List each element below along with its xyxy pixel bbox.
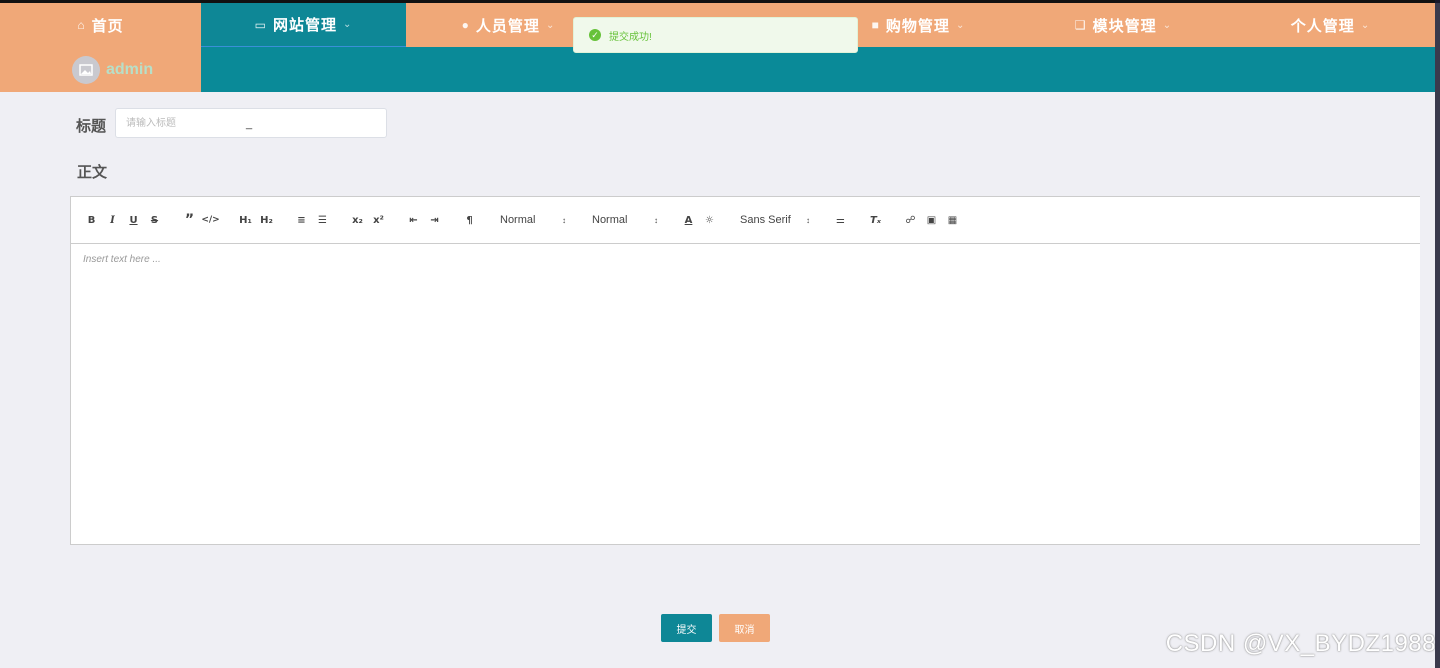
nav-module-management[interactable]: ❑ 模块管理 ⌄ — [1021, 3, 1226, 47]
nav-home[interactable]: ⌂ 首页 — [0, 3, 201, 47]
submit-button[interactable]: 提交 — [661, 614, 712, 642]
header-2-icon[interactable]: H₂ — [256, 210, 277, 230]
italic-icon[interactable]: I — [102, 210, 123, 230]
underline-icon[interactable]: U — [123, 210, 144, 230]
monitor-icon: ▭ — [254, 17, 267, 32]
outdent-icon[interactable]: ⇤ — [403, 210, 424, 230]
header-select-value: Normal — [500, 214, 536, 226]
title-input-value: _ — [246, 118, 253, 130]
watermark: CSDN @VX_BYDZ1988 — [1165, 630, 1436, 657]
nav-staff-label: 人员管理 — [475, 17, 540, 35]
sub-header: admin — [0, 47, 1435, 92]
chevron-down-icon: ⌄ — [1162, 19, 1173, 31]
title-label: 标题 — [76, 118, 107, 135]
editor-toolbar: B I U S ” </> H₁ H₂ ≡ ☰ x₂ x² ⇤ ⇥ ¶ Norm… — [71, 197, 1420, 244]
image-placeholder-icon — [79, 63, 93, 76]
blockquote-icon[interactable]: ” — [179, 210, 200, 230]
nav-shopping-label: 购物管理 — [885, 17, 950, 35]
header-select[interactable]: Normal ↕ — [494, 210, 572, 230]
updown-arrow-icon: ↕ — [806, 215, 810, 225]
header-1-icon[interactable]: H₁ — [235, 210, 256, 230]
nav-home-label: 首页 — [91, 17, 124, 35]
superscript-icon[interactable]: x² — [368, 210, 389, 230]
chevron-down-icon: ⌄ — [955, 19, 966, 31]
updown-arrow-icon: ↕ — [654, 215, 658, 225]
image-icon[interactable]: ▣ — [921, 210, 942, 230]
chevron-down-icon: ⌄ — [545, 19, 556, 31]
nav-site-label: 网站管理 — [272, 17, 337, 34]
updown-arrow-icon: ↕ — [562, 215, 566, 225]
subscript-icon[interactable]: x₂ — [347, 210, 368, 230]
video-icon[interactable]: ▦ — [942, 210, 963, 230]
chevron-down-icon: ⌄ — [1360, 19, 1371, 31]
text-color-icon[interactable]: A — [678, 210, 699, 230]
nav-personal-label: 个人管理 — [1290, 17, 1355, 35]
user-icon: ● — [461, 18, 470, 32]
user-info[interactable]: admin — [0, 47, 201, 92]
align-icon[interactable]: ⚌ — [830, 210, 851, 230]
nav-personal-management[interactable]: 个人管理 ⌄ — [1226, 3, 1435, 47]
font-select-value: Sans Serif — [740, 214, 791, 226]
size-select-value: Normal — [592, 214, 628, 226]
toast-message: 提交成功! — [609, 31, 652, 43]
background-color-icon[interactable]: ☼ — [699, 210, 720, 230]
avatar[interactable] — [72, 55, 100, 84]
home-icon: ⌂ — [77, 18, 86, 32]
ordered-list-icon[interactable]: ≡ — [291, 210, 312, 230]
text-direction-icon[interactable]: ¶ — [459, 210, 480, 230]
clean-format-icon[interactable]: Tₓ — [865, 210, 886, 230]
cancel-button[interactable]: 取消 — [719, 614, 770, 642]
bag-icon: ■ — [871, 18, 880, 32]
module-icon: ❑ — [1074, 18, 1087, 32]
bullet-list-icon[interactable]: ☰ — [312, 210, 333, 230]
editor-content[interactable]: Insert text here ... — [71, 244, 1420, 544]
check-circle-icon: ✓ — [589, 29, 601, 41]
chevron-down-icon: ⌄ — [342, 19, 353, 30]
success-toast: ✓ 提交成功! — [573, 17, 858, 53]
username: admin — [106, 60, 154, 78]
rich-text-editor: B I U S ” </> H₁ H₂ ≡ ☰ x₂ x² ⇤ ⇥ ¶ Norm… — [70, 196, 1420, 545]
right-edge-bar — [1435, 0, 1440, 668]
body-label: 正文 — [77, 164, 108, 181]
bold-icon[interactable]: B — [81, 210, 102, 230]
indent-icon[interactable]: ⇥ — [424, 210, 445, 230]
link-icon[interactable]: ☍ — [900, 210, 921, 230]
code-block-icon[interactable]: </> — [200, 210, 221, 230]
font-select[interactable]: Sans Serif ↕ — [734, 210, 816, 230]
size-select[interactable]: Normal ↕ — [586, 210, 664, 230]
strike-icon[interactable]: S — [144, 210, 165, 230]
nav-site-management[interactable]: ▭ 网站管理 ⌄ — [201, 3, 406, 47]
editor-placeholder: Insert text here ... — [83, 254, 161, 265]
nav-module-label: 模块管理 — [1092, 17, 1157, 35]
